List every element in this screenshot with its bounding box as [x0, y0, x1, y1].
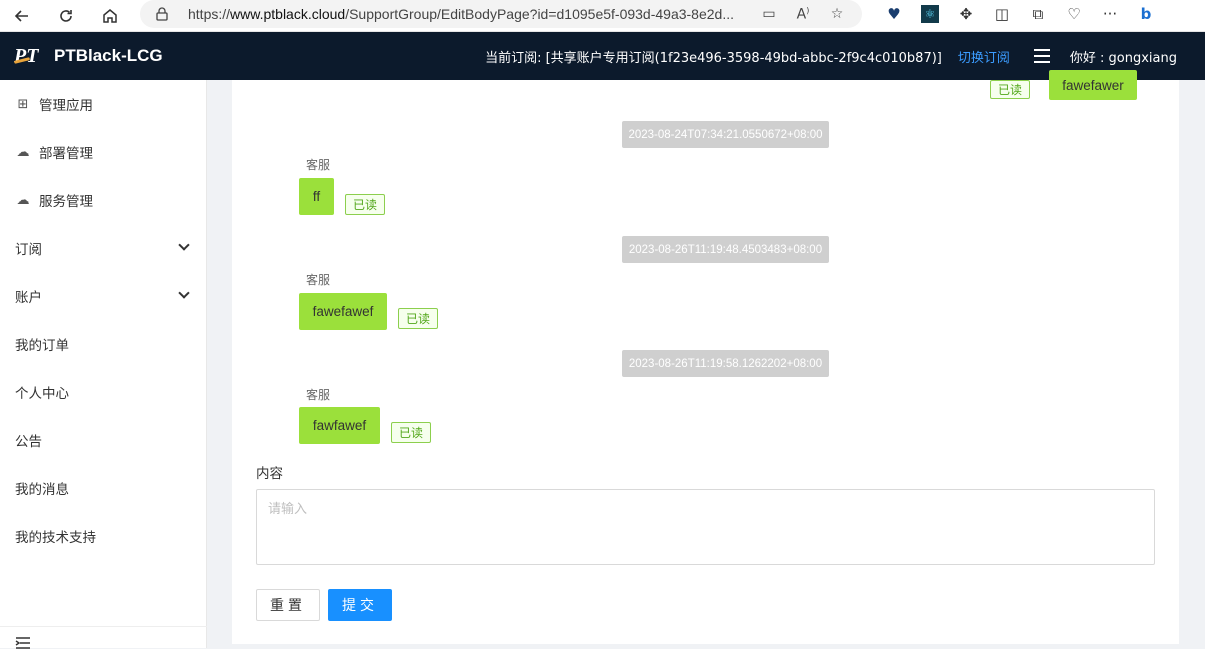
message-timestamp: 2023-08-26T11:19:58.1262202+08:00 — [622, 350, 829, 377]
sidebar-item-label: 我的技术支持 — [15, 530, 96, 546]
more-icon[interactable]: ··· — [1092, 5, 1128, 23]
sidebar-footer — [0, 626, 207, 649]
bing-icon[interactable]: b — [1128, 5, 1164, 23]
logo: PT — [13, 45, 39, 67]
read-tag: 已读 — [990, 80, 1030, 99]
sidebar-item-label: 订阅 — [15, 242, 42, 258]
apps-icon: ⊞ — [17, 96, 29, 112]
sidebar-item-account[interactable]: 账户 — [0, 272, 206, 320]
switch-subscription-link[interactable]: 切换订阅 — [958, 47, 1010, 66]
favorite-icon[interactable]: ☆ — [822, 6, 852, 22]
menu-icon[interactable] — [1033, 49, 1050, 63]
extensions-icon[interactable]: ✥ — [948, 5, 984, 23]
react-extension-icon[interactable]: ⚛ — [912, 5, 948, 23]
refresh-icon[interactable] — [50, 2, 82, 30]
message-sender: 客服 — [306, 388, 331, 402]
read-tag: 已读 — [345, 194, 385, 215]
sidebar-item-deploy[interactable]: ☁ 部署管理 — [0, 128, 206, 176]
collections-icon[interactable]: ⧉ — [1020, 5, 1056, 23]
chat-panel: 已读 fawefawer 2023-08-24T07:34:21.0550672… — [232, 70, 1179, 644]
heart-extension-icon[interactable]: ♥ — [876, 5, 912, 23]
cloud-upload-icon: ☁ — [16, 144, 30, 160]
sidebar-item-services[interactable]: ☁ 服务管理 — [0, 176, 206, 224]
submit-button[interactable]: 提交 — [328, 589, 392, 621]
sidebar-item-announcements[interactable]: 公告 — [0, 416, 206, 464]
reset-button[interactable]: 重置 — [256, 589, 320, 621]
back-icon[interactable] — [6, 2, 38, 30]
message-sender: 客服 — [306, 273, 331, 287]
current-subscription: 当前订阅: [共享账户专用订阅(1f23e496-3598-49bd-abbc-… — [485, 50, 942, 66]
message-timestamp: 2023-08-24T07:34:21.0550672+08:00 — [622, 121, 829, 148]
sidebar-item-profile[interactable]: 个人中心 — [0, 368, 206, 416]
message-bubble: fawefawer — [1049, 70, 1137, 100]
message-bubble: fawefawef — [299, 293, 387, 330]
message-bubble: fawfawef — [299, 407, 380, 444]
sidebar-item-label: 我的消息 — [15, 482, 69, 498]
read-tag: 已读 — [391, 422, 431, 443]
sidebar-item-apps[interactable]: ⊞ 管理应用 — [0, 80, 206, 128]
message-timestamp: 2023-08-26T11:19:48.4503483+08:00 — [622, 236, 829, 263]
sidebar-item-label: 我的订单 — [15, 338, 69, 354]
sidebar: ⊞ 管理应用 ☁ 部署管理 ☁ 服务管理 订阅 账户 我的订单 个人中心 公告 … — [0, 80, 207, 649]
collapse-menu-icon[interactable] — [15, 637, 31, 649]
sidebar-item-tech-support[interactable]: 我的技术支持 — [0, 512, 206, 560]
sidebar-item-label: 账户 — [15, 290, 42, 306]
performance-icon[interactable]: ♡ — [1056, 5, 1092, 23]
user-greeting[interactable]: 你好 : gongxiang — [1070, 47, 1177, 66]
sidebar-item-orders[interactable]: 我的订单 — [0, 320, 206, 368]
chevron-down-icon — [178, 287, 190, 299]
tab-icon[interactable]: ▭ — [754, 6, 784, 22]
message-sender: 客服 — [306, 158, 331, 172]
app-title: PTBlack-LCG — [54, 46, 163, 65]
address-bar[interactable]: https://www.ptblack.cloud/SupportGroup/E… — [140, 0, 862, 28]
chevron-down-icon — [178, 239, 190, 251]
read-tag: 已读 — [398, 308, 438, 329]
sidebar-item-label: 管理应用 — [39, 98, 93, 114]
sidebar-item-label: 部署管理 — [39, 146, 93, 162]
browser-toolbar: https://www.ptblack.cloud/SupportGroup/E… — [0, 0, 1205, 32]
sidebar-item-label: 公告 — [15, 434, 42, 450]
split-screen-icon[interactable]: ◫ — [984, 5, 1020, 23]
sidebar-item-messages[interactable]: 我的消息 — [0, 464, 206, 512]
message-bubble: ff — [299, 178, 334, 215]
content-textarea[interactable] — [256, 489, 1155, 565]
sidebar-item-label: 个人中心 — [15, 386, 69, 402]
url-text[interactable]: https://www.ptblack.cloud/SupportGroup/E… — [188, 6, 748, 22]
app-header: PT PTBlack-LCG 当前订阅: [共享账户专用订阅(1f23e496-… — [0, 32, 1205, 80]
sidebar-item-label: 服务管理 — [39, 194, 93, 210]
lock-icon[interactable] — [154, 6, 170, 22]
read-aloud-icon[interactable]: A) — [788, 6, 818, 23]
content-label: 内容 — [256, 466, 283, 482]
cloud-service-icon: ☁ — [16, 192, 30, 208]
home-icon[interactable] — [94, 2, 126, 30]
sidebar-item-subscription[interactable]: 订阅 — [0, 224, 206, 272]
